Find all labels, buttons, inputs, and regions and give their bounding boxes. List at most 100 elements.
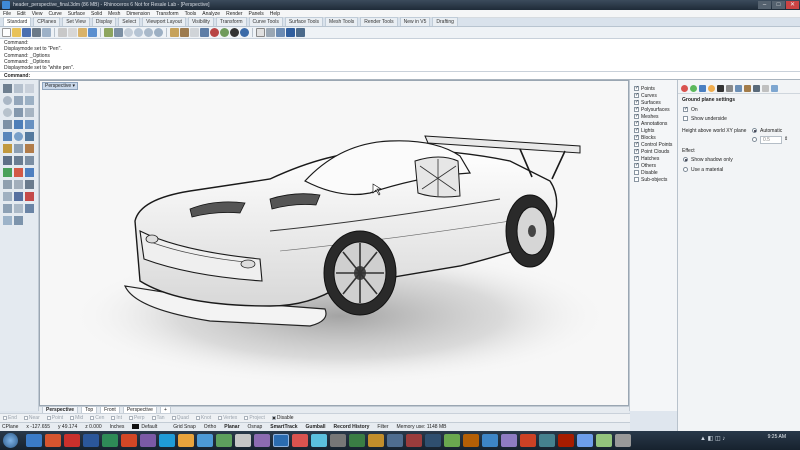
box-icon[interactable] xyxy=(3,132,12,141)
zoom-window-icon[interactable] xyxy=(134,28,143,37)
circle-icon[interactable] xyxy=(3,96,12,105)
sphere-icon[interactable] xyxy=(14,132,23,141)
osnap-tan[interactable]: Tan xyxy=(151,415,165,421)
osnap-perp[interactable]: Perp xyxy=(128,415,145,421)
help-icon[interactable] xyxy=(276,28,285,37)
app-taskbar-icon[interactable] xyxy=(368,434,384,447)
app-taskbar-icon[interactable] xyxy=(254,434,270,447)
properties-panel-icon[interactable] xyxy=(771,85,778,92)
point-icon[interactable] xyxy=(14,84,23,93)
osnap-knot[interactable]: Knot xyxy=(195,415,211,421)
record-icon[interactable] xyxy=(296,28,305,37)
rotate-view-icon[interactable] xyxy=(114,28,123,37)
osnap-disable[interactable]: Disable xyxy=(271,415,294,421)
automatic-radio[interactable] xyxy=(752,128,757,133)
light-tool-icon[interactable] xyxy=(14,216,23,225)
app-taskbar-icon[interactable] xyxy=(444,434,460,447)
render-sphere-icon[interactable] xyxy=(230,28,239,37)
app-taskbar-icon[interactable] xyxy=(311,434,327,447)
material-panel-icon[interactable] xyxy=(681,85,688,92)
ground-plane-on-checkbox[interactable] xyxy=(683,106,688,112)
text-icon[interactable] xyxy=(3,192,12,201)
menu-curve[interactable]: Curve xyxy=(48,11,61,17)
app-taskbar-icon[interactable] xyxy=(520,434,536,447)
grid-snap-toggle[interactable]: Grid Snap xyxy=(173,424,196,430)
folder-taskbar-icon[interactable] xyxy=(178,434,194,447)
system-tray-icons[interactable]: ▲ ◧ ◫ ♪ xyxy=(700,435,740,446)
app-taskbar-icon[interactable] xyxy=(501,434,517,447)
filter-checkbox[interactable] xyxy=(634,113,639,119)
print-icon[interactable] xyxy=(32,28,41,37)
array-icon[interactable] xyxy=(14,180,23,189)
layout-icon[interactable] xyxy=(14,192,23,201)
filter-checkbox[interactable] xyxy=(634,127,639,133)
menu-edit[interactable]: Edit xyxy=(17,11,26,17)
filter-checkbox[interactable] xyxy=(634,177,639,182)
minimize-button[interactable]: – xyxy=(758,1,771,9)
menu-render[interactable]: Render xyxy=(226,11,242,17)
app-taskbar-icon[interactable] xyxy=(482,434,498,447)
tab-new-in-v5[interactable]: New in V5 xyxy=(399,17,431,26)
zoom-extents-icon[interactable] xyxy=(144,28,153,37)
filter-toggle[interactable]: Filter xyxy=(377,424,388,430)
lightbulb-icon[interactable] xyxy=(210,28,219,37)
manual-height-radio[interactable] xyxy=(752,137,757,142)
filter-hatches[interactable]: Hatches xyxy=(630,155,677,162)
app-taskbar-icon[interactable] xyxy=(577,434,593,447)
layers-panel-icon[interactable] xyxy=(735,85,742,92)
browser-taskbar-icon[interactable] xyxy=(197,434,213,447)
tab-render-tools[interactable]: Render Tools xyxy=(360,17,398,26)
curve-icon[interactable] xyxy=(25,108,34,117)
app-taskbar-icon[interactable] xyxy=(463,434,479,447)
planar-toggle[interactable]: Planar xyxy=(224,424,239,430)
menu-mesh[interactable]: Mesh xyxy=(108,11,120,17)
surface-icon[interactable] xyxy=(14,120,23,129)
move-icon[interactable] xyxy=(180,28,189,37)
tab-display[interactable]: Display xyxy=(91,17,117,26)
explorer-taskbar-icon[interactable] xyxy=(26,434,42,447)
viewport-label[interactable]: Perspective ▾ xyxy=(42,82,79,90)
menu-help[interactable]: Help xyxy=(270,11,280,17)
paste-icon[interactable] xyxy=(78,28,87,37)
osnap-int[interactable]: Int xyxy=(111,415,122,421)
app-taskbar-icon[interactable] xyxy=(425,434,441,447)
tab-surface-tools[interactable]: Surface Tools xyxy=(284,17,324,26)
start-button[interactable] xyxy=(3,433,18,448)
join-icon[interactable] xyxy=(25,156,34,165)
menu-panels[interactable]: Panels xyxy=(249,11,264,17)
powerpoint-taskbar-icon[interactable] xyxy=(121,434,137,447)
filter-lights[interactable]: Lights xyxy=(630,127,677,134)
move-tool-icon[interactable] xyxy=(3,168,12,177)
tab-viewport-layout[interactable]: Viewport Layout xyxy=(142,17,186,26)
osnap-quad[interactable]: Quad xyxy=(171,415,189,421)
zoom-icon[interactable] xyxy=(124,28,133,37)
select-icon[interactable] xyxy=(170,28,179,37)
grid-icon[interactable] xyxy=(190,28,199,37)
loft-icon[interactable] xyxy=(25,120,34,129)
osnap-point[interactable]: Point xyxy=(46,415,63,421)
group-icon[interactable] xyxy=(25,204,34,213)
height-spinner-icon[interactable]: ⇕ xyxy=(784,136,788,142)
filter-others[interactable]: Others xyxy=(630,162,677,169)
filter-checkbox[interactable] xyxy=(634,148,639,154)
filter-checkbox[interactable] xyxy=(634,120,639,126)
save-icon[interactable] xyxy=(22,28,31,37)
app-taskbar-icon[interactable] xyxy=(330,434,346,447)
menu-tools[interactable]: Tools xyxy=(185,11,197,17)
osnap-cen[interactable]: Cen xyxy=(90,415,104,421)
filter-meshes[interactable]: Meshes xyxy=(630,113,677,120)
scale-tool-icon[interactable] xyxy=(25,168,34,177)
libraries-panel-icon[interactable] xyxy=(744,85,751,92)
fillet-icon[interactable] xyxy=(25,144,34,153)
app-taskbar-icon[interactable] xyxy=(539,434,555,447)
outlook-taskbar-icon[interactable] xyxy=(159,434,175,447)
rectangle-icon[interactable] xyxy=(25,96,34,105)
maximize-button[interactable]: □ xyxy=(772,1,785,9)
app-taskbar-icon[interactable] xyxy=(349,434,365,447)
app-taskbar-icon[interactable] xyxy=(558,434,574,447)
filter-checkbox[interactable] xyxy=(634,170,639,175)
material-sphere-icon[interactable] xyxy=(220,28,229,37)
ellipse-icon[interactable] xyxy=(3,108,12,117)
record-history-toggle[interactable]: Record History xyxy=(334,424,370,430)
pdf-taskbar-icon[interactable] xyxy=(64,434,80,447)
